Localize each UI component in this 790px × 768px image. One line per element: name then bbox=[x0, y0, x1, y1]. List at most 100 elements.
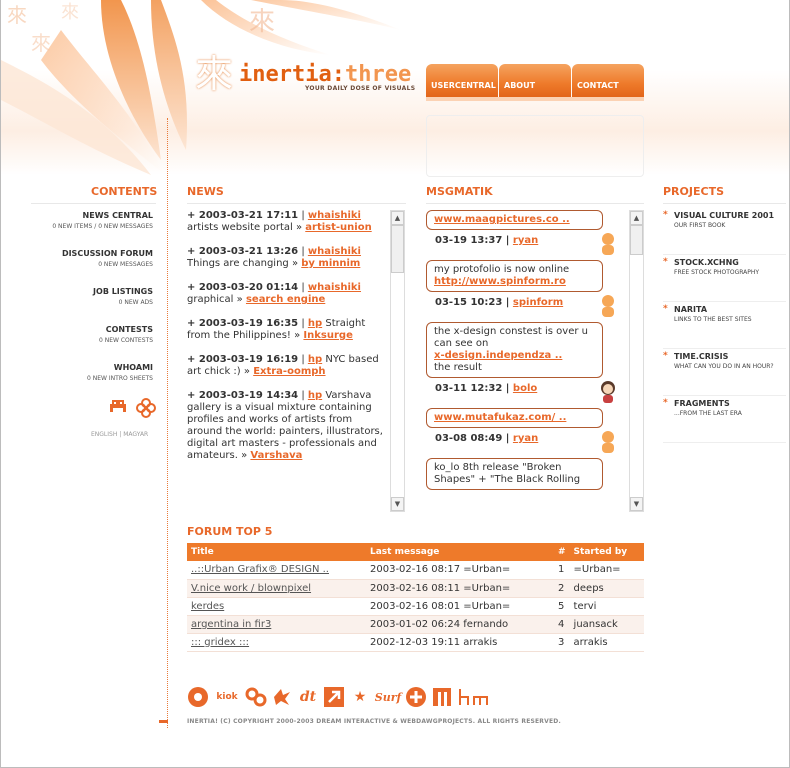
project-stock-xchng[interactable]: * STOCK.XCHNG FREE STOCK PHOTOGRAPHY bbox=[663, 255, 786, 302]
news-item: + 2003-03-19 16:35 | hp Straight from th… bbox=[187, 318, 366, 341]
message-link[interactable]: www.maagpictures.co .. bbox=[434, 214, 570, 225]
menu-item-whoami[interactable]: WHOAMI 0 NEW INTRO SHEETS bbox=[13, 362, 153, 384]
message-user[interactable]: ryan bbox=[513, 235, 538, 246]
topic-link[interactable]: ::: gridex ::: bbox=[191, 637, 249, 648]
topic-link[interactable]: argentina in fir3 bbox=[191, 619, 271, 630]
message-link[interactable]: x-design.independza .. bbox=[434, 350, 562, 361]
scroll-down-button[interactable]: ▼ bbox=[391, 497, 404, 511]
message-meta: 03-11 12:32 | bolo bbox=[435, 383, 538, 394]
news-text: Things are changing » bbox=[187, 258, 299, 269]
news-user-link[interactable]: whaishiki bbox=[308, 246, 361, 257]
logo-glyph[interactable]: 來 bbox=[195, 54, 235, 94]
scroll-up-button[interactable]: ▲ bbox=[391, 211, 404, 225]
star-logo-icon[interactable]: ★ bbox=[349, 686, 371, 708]
topic-link[interactable]: kerdes bbox=[191, 601, 224, 612]
message-link[interactable]: www.mutafukaz.com/ .. bbox=[434, 412, 566, 423]
message-list[interactable]: www.maagpictures.co .. 03-19 13:37 | rya… bbox=[426, 210, 626, 512]
flower-icon[interactable] bbox=[136, 398, 156, 418]
news-text: graphical » bbox=[187, 294, 243, 305]
page: 來 來 來 來 來 inertia:three YOUR DAILY DOSE … bbox=[0, 0, 790, 768]
news-link[interactable]: Varshava bbox=[250, 450, 302, 461]
news-scrollbar[interactable]: ▲ ▼ bbox=[390, 210, 405, 512]
news-user-link[interactable]: hp bbox=[308, 318, 322, 329]
message-meta: 03-08 08:49 | ryan bbox=[435, 433, 539, 444]
menu-item-label[interactable]: DISCUSSION FORUM bbox=[13, 248, 153, 260]
menu-item-label[interactable]: CONTESTS bbox=[13, 324, 153, 336]
message-scrollbar[interactable]: ▲ ▼ bbox=[629, 210, 644, 512]
project-time-crisis[interactable]: * TIME.CRISIS WHAT CAN YOU DO IN AN HOUR… bbox=[663, 349, 786, 396]
lang-magyar[interactable]: MAGYAR bbox=[123, 431, 148, 438]
menu-item-sub: 0 NEW ADS bbox=[118, 299, 153, 306]
news-item: + 2003-03-21 17:11 | whaishiki artists w… bbox=[187, 210, 372, 233]
msgmatik-divider bbox=[426, 203, 644, 204]
scroll-up-button[interactable]: ▲ bbox=[630, 211, 643, 225]
news-link[interactable]: by minnim bbox=[301, 258, 360, 269]
scroll-down-button[interactable]: ▼ bbox=[630, 497, 643, 511]
project-label[interactable]: VISUAL CULTURE 2001 bbox=[674, 210, 786, 221]
logo[interactable]: inertia:three bbox=[239, 62, 411, 87]
hm-logo-icon[interactable] bbox=[457, 686, 497, 708]
projects-title: PROJECTS bbox=[663, 185, 724, 198]
starter-cell: arrakis bbox=[569, 633, 644, 652]
surf-logo-icon[interactable]: Surf bbox=[375, 686, 401, 708]
asterisk-icon: * bbox=[663, 351, 668, 361]
menu-item-label[interactable]: NEWS CENTRAL bbox=[13, 210, 153, 222]
kiok-text-icon[interactable]: kiok bbox=[213, 686, 241, 708]
message-link[interactable]: http://www.spinform.ro bbox=[434, 276, 566, 287]
message-user[interactable]: bolo bbox=[513, 383, 537, 394]
project-label[interactable]: TIME.CRISIS bbox=[674, 351, 786, 362]
news-user-link[interactable]: whaishiki bbox=[308, 282, 361, 293]
message: ko_lo 8th release "Broken Shapes" + "The… bbox=[426, 458, 626, 490]
news-link[interactable]: search engine bbox=[246, 294, 325, 305]
message-user[interactable]: ryan bbox=[513, 433, 538, 444]
kiok-logo-icon[interactable] bbox=[187, 686, 209, 708]
menu-item-job-listings[interactable]: JOB LISTINGS 0 NEW ADS bbox=[13, 286, 153, 308]
vertical-divider bbox=[167, 118, 168, 728]
news-link[interactable]: Inksurge bbox=[303, 330, 352, 341]
plus-logo-icon[interactable] bbox=[405, 686, 427, 708]
menu-item-news-central[interactable]: NEWS CENTRAL 0 NEW ITEMS / 0 NEW MESSAGE… bbox=[13, 210, 153, 232]
contents-title: CONTENTS bbox=[91, 185, 158, 198]
news-user-link[interactable]: whaishiki bbox=[308, 210, 361, 221]
last-message-cell: 2003-02-16 08:17 =Urban= bbox=[366, 561, 554, 580]
message-meta: 03-19 13:37 | ryan bbox=[435, 235, 539, 246]
forum-title: FORUM TOP 5 bbox=[187, 525, 273, 538]
tab-about[interactable]: ABOUT bbox=[499, 64, 571, 97]
invader-icon[interactable] bbox=[108, 398, 128, 414]
splash-logo-icon[interactable] bbox=[271, 686, 293, 708]
column-title: Title bbox=[187, 543, 366, 561]
news-link[interactable]: artist-union bbox=[305, 222, 371, 233]
menu-item-label[interactable]: WHOAMI bbox=[13, 362, 153, 374]
news-date: + 2003-03-19 16:35 bbox=[187, 318, 299, 329]
project-fragments[interactable]: * FRAGMENTS ...FROM THE LAST ERA bbox=[663, 396, 786, 443]
avatar-icon bbox=[602, 431, 614, 453]
project-label[interactable]: STOCK.XCHNG bbox=[674, 257, 786, 268]
news-user-link[interactable]: hp bbox=[308, 354, 322, 365]
news-link[interactable]: Extra-oomph bbox=[253, 366, 325, 377]
project-label[interactable]: FRAGMENTS bbox=[674, 398, 786, 409]
message-user[interactable]: spinform bbox=[513, 297, 563, 308]
news-list[interactable]: + 2003-03-21 17:11 | whaishiki artists w… bbox=[187, 210, 387, 512]
news-user-link[interactable]: hp bbox=[308, 390, 322, 401]
project-visual-culture[interactable]: * VISUAL CULTURE 2001 OUR FIRST BOOK bbox=[663, 208, 786, 255]
links-logo-icon[interactable] bbox=[245, 686, 267, 708]
project-label[interactable]: NARITA bbox=[674, 304, 786, 315]
arrow-logo-icon[interactable] bbox=[323, 686, 345, 708]
tab-usercentral[interactable]: USERCENTRAL bbox=[426, 64, 498, 97]
topic-link[interactable]: ..::Urban Grafix® DESIGN .. bbox=[191, 564, 329, 575]
project-narita[interactable]: * NARITA LINKS TO THE BEST SITES bbox=[663, 302, 786, 349]
tagline: YOUR DAILY DOSE OF VISUALS bbox=[305, 85, 416, 92]
starter-cell: tervi bbox=[569, 597, 644, 616]
scroll-thumb[interactable] bbox=[630, 225, 643, 255]
gate-logo-icon[interactable] bbox=[431, 686, 453, 708]
menu-item-label[interactable]: JOB LISTINGS bbox=[13, 286, 153, 298]
dt-logo-icon[interactable]: dt bbox=[297, 686, 319, 708]
menu-item-discussion-forum[interactable]: DISCUSSION FORUM 0 NEW MESSAGES bbox=[13, 248, 153, 270]
scroll-thumb[interactable] bbox=[391, 225, 404, 273]
message-bubble: www.maagpictures.co .. bbox=[426, 210, 603, 230]
topic-link[interactable]: V.nice work / blownpixel bbox=[191, 583, 311, 594]
tab-contact[interactable]: CONTACT bbox=[572, 64, 644, 97]
contents-divider bbox=[31, 203, 156, 204]
menu-item-contests[interactable]: CONTESTS 0 NEW CONTESTS bbox=[13, 324, 153, 346]
lang-english[interactable]: ENGLISH bbox=[91, 431, 117, 438]
